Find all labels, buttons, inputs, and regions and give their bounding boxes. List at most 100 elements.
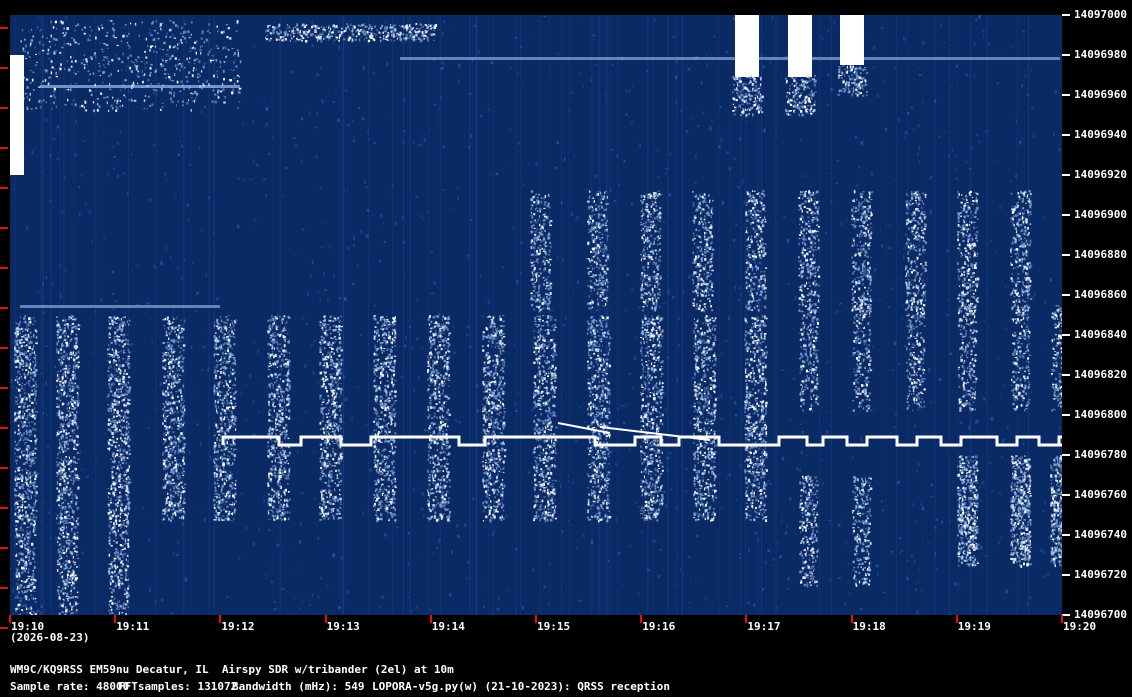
signal-trace bbox=[59, 466, 62, 469]
signal-trace bbox=[276, 397, 279, 401]
signal-trace bbox=[108, 428, 112, 432]
signal-trace bbox=[170, 494, 172, 497]
signal-trace bbox=[125, 487, 127, 490]
signal-trace bbox=[125, 494, 127, 496]
signal-trace bbox=[64, 508, 67, 510]
signal-trace bbox=[29, 355, 31, 358]
signal-trace bbox=[164, 438, 167, 441]
signal-trace bbox=[228, 355, 230, 357]
signal-trace bbox=[118, 335, 121, 338]
signal-trace bbox=[35, 516, 38, 518]
noise-speck bbox=[270, 580, 274, 583]
signal-trace bbox=[219, 376, 221, 379]
signal-trace bbox=[56, 316, 58, 319]
noise-speck bbox=[276, 312, 279, 317]
noise-speck bbox=[80, 174, 83, 177]
signal-trace bbox=[57, 453, 59, 456]
signal-trace bbox=[166, 498, 168, 502]
signal-trace bbox=[59, 348, 63, 351]
noise-speck bbox=[233, 59, 236, 62]
signal-trace bbox=[22, 414, 25, 418]
signal-trace bbox=[273, 338, 276, 341]
signal-trace bbox=[268, 472, 271, 476]
noise-speck bbox=[634, 356, 637, 361]
signal-trace bbox=[168, 365, 171, 369]
signal-trace bbox=[216, 318, 219, 321]
signal-trace bbox=[73, 457, 76, 459]
signal-trace bbox=[31, 506, 34, 509]
signal-trace bbox=[286, 454, 289, 456]
signal-trace bbox=[77, 328, 80, 331]
signal-trace bbox=[162, 342, 165, 344]
signal-trace bbox=[232, 353, 234, 356]
signal-trace bbox=[166, 387, 169, 390]
signal-trace bbox=[180, 508, 183, 511]
signal-trace bbox=[21, 504, 23, 506]
signal-trace bbox=[29, 451, 31, 454]
signal-trace bbox=[56, 475, 58, 478]
signal-trace bbox=[180, 418, 183, 421]
signal-trace bbox=[288, 372, 290, 375]
signal-trace bbox=[282, 441, 284, 444]
signal-trace bbox=[64, 429, 67, 431]
signal-trace bbox=[74, 386, 76, 388]
signal-trace bbox=[119, 382, 122, 385]
signal-trace bbox=[217, 327, 220, 330]
noise-speck bbox=[753, 83, 756, 85]
signal-trace bbox=[226, 440, 228, 444]
signal-trace bbox=[122, 386, 124, 389]
noise-speck bbox=[846, 218, 848, 222]
signal-trace bbox=[162, 509, 165, 512]
signal-trace bbox=[173, 440, 176, 444]
signal-trace bbox=[32, 515, 35, 519]
noise-speck bbox=[23, 388, 26, 391]
noise-speck bbox=[261, 380, 263, 383]
noise-speck bbox=[1030, 68, 1032, 72]
noise-speck bbox=[780, 519, 784, 521]
signal-trace bbox=[116, 400, 119, 402]
signal-trace bbox=[287, 491, 290, 493]
signal-trace bbox=[109, 333, 111, 336]
noise-speck bbox=[982, 481, 985, 484]
signal-trace bbox=[166, 374, 169, 377]
signal-trace bbox=[16, 342, 18, 345]
noise-speck bbox=[301, 228, 305, 231]
signal-trace bbox=[20, 514, 23, 517]
noise-speck bbox=[129, 91, 133, 93]
signal-trace bbox=[62, 386, 64, 389]
signal-trace bbox=[112, 487, 115, 489]
signal-trace bbox=[18, 376, 21, 380]
signal-trace bbox=[19, 505, 22, 508]
signal-trace bbox=[279, 505, 281, 509]
signal-trace bbox=[220, 416, 223, 419]
signal-trace bbox=[164, 364, 167, 367]
signal-trace bbox=[72, 435, 74, 438]
signal-trace bbox=[167, 371, 169, 373]
noise-speck bbox=[880, 500, 884, 503]
signal-trace bbox=[69, 487, 72, 491]
signal-trace bbox=[182, 447, 185, 450]
noise-streak bbox=[403, 15, 405, 615]
noise-streak bbox=[409, 15, 411, 615]
noise-speck bbox=[165, 248, 168, 252]
signal-trace bbox=[67, 327, 70, 330]
signal-trace bbox=[110, 420, 113, 423]
signal-trace bbox=[173, 385, 176, 387]
signal-trace bbox=[76, 364, 78, 367]
signal-trace bbox=[268, 448, 271, 452]
signal-trace bbox=[280, 409, 284, 411]
signal-trace bbox=[179, 491, 181, 493]
signal-trace bbox=[175, 513, 177, 517]
noise-speck bbox=[572, 290, 574, 293]
signal-trace bbox=[126, 432, 128, 436]
noise-speck bbox=[881, 245, 884, 247]
noise-speck bbox=[359, 230, 363, 234]
signal-trace bbox=[25, 476, 27, 479]
signal-trace bbox=[213, 503, 216, 506]
signal-trace bbox=[279, 378, 281, 381]
signal-trace bbox=[118, 504, 120, 507]
signal-trace bbox=[166, 318, 169, 321]
signal-trace bbox=[176, 406, 178, 410]
signal-trace bbox=[27, 493, 29, 496]
signal-trace bbox=[19, 373, 21, 375]
